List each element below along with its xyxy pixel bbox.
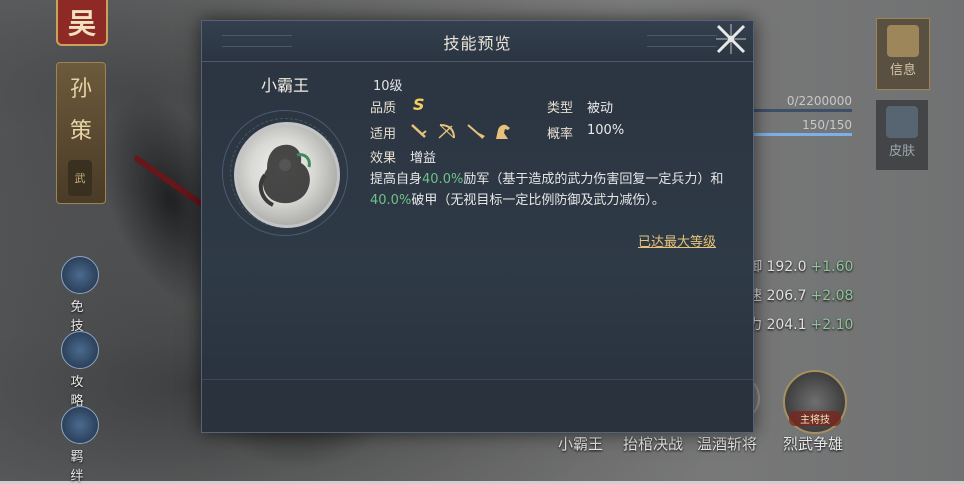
exp-bar: 0/2200000 [752, 94, 852, 112]
stat-value: 206.7 [766, 288, 807, 304]
skill-portrait-icon [234, 122, 340, 228]
skill-name: 小霸王 [260, 76, 309, 95]
scroll-icon [887, 25, 919, 57]
max-level-link[interactable]: 已达最大等级 [638, 231, 716, 250]
side-button-label: 攻 略 [70, 375, 90, 409]
quality-grade: S [413, 95, 425, 114]
rate-value: 100% [587, 123, 625, 138]
skill-description: 提高自身40.0%励军（基于造成的武力伤害回复一定兵力）和40.0%破甲（无视目… [370, 169, 730, 211]
bow-icon [438, 124, 455, 139]
desc-highlight-value: 40.0% [370, 193, 412, 208]
type-value: 被动 [587, 101, 614, 116]
hero-column: 吴 孙 策 武 免 技 攻 略 羁 绊 [50, 0, 112, 484]
sword-icon [411, 124, 427, 138]
skill-icon-frame [222, 110, 348, 236]
desc-text: 破甲（无视目标一定比例防御及武力减伤）。 [411, 193, 665, 208]
rate-label: 概率 [547, 127, 574, 142]
type-label: 类型 [547, 101, 574, 116]
figure-icon [886, 106, 918, 138]
leader-skill-button[interactable]: 主将技 [783, 370, 847, 434]
stat-value: 192.0 [766, 259, 807, 275]
stat-defense: 御 192.0 +1.60 [748, 256, 853, 276]
stat-value: 204.1 [766, 317, 807, 333]
exp-text: 0/2200000 [786, 94, 852, 108]
close-icon [716, 24, 746, 54]
level-bar: 150/150 [752, 118, 852, 136]
desc-highlight-value: 40.0% [422, 172, 464, 187]
book-icon [61, 406, 99, 444]
dialog-header: 技能预览 [202, 21, 753, 62]
stat-strength: 力 204.1 +2.10 [748, 314, 853, 334]
quality-label: 品质 [370, 101, 397, 116]
side-button-bond[interactable]: 羁 绊 [58, 406, 102, 484]
applies-label: 适用 [370, 127, 397, 142]
side-button-label: 羁 绊 [70, 450, 90, 484]
stat-speed: 速 206.7 +2.08 [748, 285, 853, 305]
tab-info[interactable]: 信息 [876, 18, 930, 90]
side-button-skill[interactable]: 免 技 [58, 256, 102, 334]
desc-text: 提高自身 [370, 172, 423, 187]
stat-bonus: +2.08 [810, 288, 854, 304]
bird-icon [61, 256, 99, 294]
horse-icon [496, 124, 510, 139]
level-fill [752, 133, 852, 136]
skill-name-1[interactable]: 小霸王 [558, 433, 603, 454]
side-button-guide[interactable]: 攻 略 [58, 331, 102, 409]
side-button-label: 免 技 [70, 300, 90, 334]
stat-bonus: +1.60 [810, 259, 854, 275]
skill-name-4[interactable]: 烈武争雄 [783, 433, 843, 454]
level-text: 150/150 [802, 118, 852, 132]
tab-label: 皮肤 [888, 144, 915, 159]
effect-value: 增益 [410, 151, 437, 166]
tab-skin[interactable]: 皮肤 [876, 100, 928, 170]
hero-name-char: 孙 [69, 77, 92, 102]
hero-name-char: 策 [69, 119, 92, 144]
exp-track [752, 109, 852, 112]
warrior-ink-icon [258, 144, 311, 207]
stat-bonus: +2.10 [810, 317, 854, 333]
effect-label: 效果 [370, 151, 397, 166]
leader-skill-label: 主将技 [789, 411, 841, 426]
dialog-footer [202, 379, 753, 432]
skill-name-2[interactable]: 抬棺决战 [623, 433, 683, 454]
right-tabs: 信息 皮肤 [872, 0, 932, 481]
hero-type-tag: 武 [68, 160, 92, 196]
skill-name-3[interactable]: 温酒斩将 [697, 433, 757, 454]
desc-text: 励军（基于造成的武力伤害回复一定兵力）和 [463, 172, 724, 187]
dialog-title: 技能预览 [443, 34, 512, 53]
tab-label: 信息 [889, 63, 916, 78]
close-button[interactable] [712, 20, 750, 58]
skill-level: 10级 [373, 79, 403, 94]
scroll-icon [61, 331, 99, 369]
faction-seal: 吴 [56, 0, 108, 46]
spear-icon [467, 124, 485, 139]
